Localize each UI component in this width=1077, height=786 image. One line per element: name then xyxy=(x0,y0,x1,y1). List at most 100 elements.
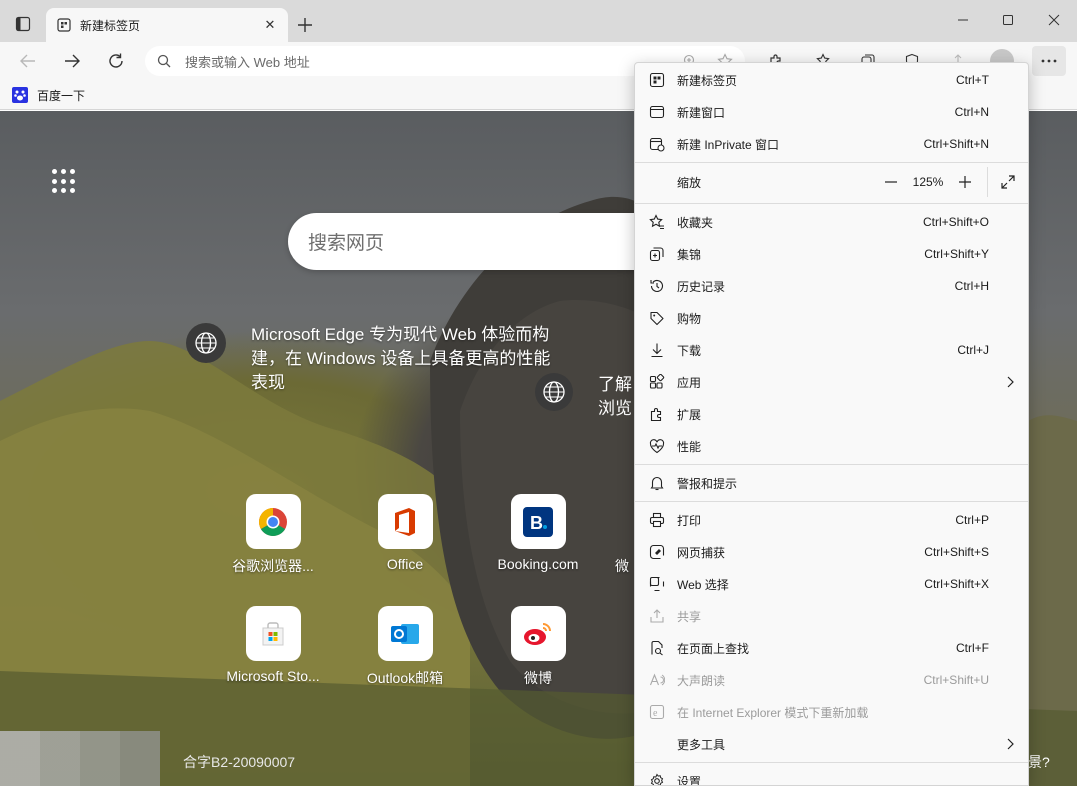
svg-text:B: B xyxy=(530,513,543,533)
print-icon xyxy=(649,512,665,528)
read-aloud-icon xyxy=(649,672,665,688)
menu-zoom-row: 缩放 125% xyxy=(635,163,1028,201)
web-capture-icon xyxy=(649,544,665,560)
favorite-baidu[interactable]: 百度一下 xyxy=(12,84,85,106)
settings-and-more-button[interactable] xyxy=(1032,46,1066,76)
globe-icon xyxy=(535,373,573,411)
menu-separator xyxy=(635,464,1028,465)
zoom-out-button[interactable] xyxy=(877,168,905,196)
refresh-button[interactable] xyxy=(100,45,132,77)
menu-item-web-capture[interactable]: 网页捕获 Ctrl+Shift+S xyxy=(635,536,1028,568)
menu-item-label: 收藏夹 xyxy=(677,215,714,230)
quick-link-partial[interactable]: 微 xyxy=(615,494,635,576)
weibo-icon xyxy=(510,606,566,661)
menu-item-shortcut: Ctrl+J xyxy=(957,343,989,357)
menu-item-collections[interactable]: 集锦 Ctrl+Shift+Y xyxy=(635,238,1028,270)
quick-link-outlook[interactable]: Outlook邮箱 xyxy=(350,606,460,688)
quick-link-chrome[interactable]: 谷歌浏览器... xyxy=(218,494,328,576)
app-launcher-button[interactable] xyxy=(52,169,78,195)
news-headline-2: 了解 浏览 xyxy=(598,373,632,421)
maximize-button[interactable] xyxy=(985,4,1031,36)
menu-item-label: 性能 xyxy=(677,439,702,454)
news-card[interactable]: Microsoft Edge 专为现代 Web 体验而构建，在 Windows … xyxy=(186,323,566,395)
menu-item-label: 新建窗口 xyxy=(677,105,726,120)
new-tab-button[interactable] xyxy=(290,10,320,40)
quick-link-booking[interactable]: B Booking.com xyxy=(483,494,593,572)
quick-link-office[interactable]: Office xyxy=(350,494,460,572)
ie-mode-icon: e xyxy=(649,704,665,720)
zoom-in-button[interactable] xyxy=(951,168,979,196)
close-window-button[interactable] xyxy=(1031,4,1077,36)
menu-item-new-window[interactable]: 新建窗口 Ctrl+N xyxy=(635,96,1028,128)
bell-icon xyxy=(649,475,665,491)
blurred-region xyxy=(0,731,160,786)
menu-item-read-aloud: 大声朗读 Ctrl+Shift+U xyxy=(635,664,1028,696)
menu-item-print[interactable]: 打印 Ctrl+P xyxy=(635,504,1028,536)
new-tab-icon xyxy=(649,72,665,88)
menu-item-ie-mode: e 在 Internet Explorer 模式下重新加载 xyxy=(635,696,1028,728)
quick-link-label: Microsoft Sto... xyxy=(226,668,320,684)
tab-title: 新建标签页 xyxy=(80,18,141,33)
news-headline-2-line1: 了解 xyxy=(598,375,632,394)
performance-icon xyxy=(649,438,665,454)
menu-item-alerts[interactable]: 警报和提示 xyxy=(635,467,1028,499)
footer-license-text[interactable]: 合字B2-20090007 xyxy=(183,752,295,772)
menu-separator xyxy=(635,501,1028,502)
menu-item-find-on-page[interactable]: 在页面上查找 Ctrl+F xyxy=(635,632,1028,664)
menu-item-label: 在 Internet Explorer 模式下重新加载 xyxy=(677,705,869,720)
close-icon xyxy=(1048,14,1060,26)
menu-item-extensions[interactable]: 扩展 xyxy=(635,398,1028,430)
close-tab-icon[interactable]: ✕ xyxy=(262,17,278,33)
menu-item-label: 警报和提示 xyxy=(677,476,738,491)
minimize-icon xyxy=(958,19,968,21)
quick-link-label: Booking.com xyxy=(497,556,579,572)
tab-actions-button[interactable] xyxy=(8,9,38,39)
menu-item-label: 设置 xyxy=(677,774,702,786)
menu-item-new-tab[interactable]: 新建标签页 Ctrl+T xyxy=(635,64,1028,96)
menu-item-more-tools[interactable]: 更多工具 xyxy=(635,728,1028,760)
menu-item-history[interactable]: 历史记录 Ctrl+H xyxy=(635,270,1028,302)
menu-item-shortcut: Ctrl+N xyxy=(954,105,989,119)
apps-icon xyxy=(649,374,665,390)
minus-icon xyxy=(885,181,897,183)
menu-item-downloads[interactable]: 下载 Ctrl+J xyxy=(635,334,1028,366)
menu-item-shortcut: Ctrl+P xyxy=(955,513,989,527)
menu-item-favorites[interactable]: 收藏夹 Ctrl+Shift+O xyxy=(635,206,1028,238)
search-icon xyxy=(157,54,171,68)
forward-arrow-icon xyxy=(65,54,80,68)
footer-question-text[interactable]: 景? xyxy=(1028,752,1050,772)
menu-item-settings[interactable]: 设置 xyxy=(635,765,1028,786)
favorites-icon xyxy=(649,214,665,230)
microsoft-store-icon xyxy=(245,606,301,661)
more-tools-icon xyxy=(649,736,665,752)
inprivate-icon xyxy=(649,136,665,152)
tab-new-tab[interactable]: 新建标签页 ✕ xyxy=(46,8,288,42)
globe-icon xyxy=(186,323,226,363)
search-placeholder: 搜索网页 xyxy=(308,233,385,254)
favorite-label: 百度一下 xyxy=(37,88,86,103)
back-button[interactable] xyxy=(12,45,44,77)
menu-item-shortcut: Ctrl+Shift+X xyxy=(924,577,989,591)
menu-separator xyxy=(635,762,1028,763)
refresh-icon xyxy=(109,53,123,68)
menu-item-shopping[interactable]: 购物 xyxy=(635,302,1028,334)
chevron-right-icon xyxy=(1002,738,1018,750)
office-icon xyxy=(377,494,433,549)
menu-item-inprivate[interactable]: 新建 InPrivate 窗口 Ctrl+Shift+N xyxy=(635,128,1028,160)
settings-icon xyxy=(649,773,665,785)
new-tab-page-icon xyxy=(56,17,72,33)
extensions-icon xyxy=(649,406,665,422)
quick-link-weibo[interactable]: 微博 xyxy=(483,606,593,688)
menu-item-label: 在页面上查找 xyxy=(677,641,750,656)
menu-item-label: 扩展 xyxy=(677,407,702,422)
news-card-2[interactable]: 了解 浏览 xyxy=(535,373,632,421)
menu-item-web-select[interactable]: Web 选择 Ctrl+Shift+X xyxy=(635,568,1028,600)
forward-button[interactable] xyxy=(56,45,88,77)
quick-link-label: 微 xyxy=(615,558,629,574)
fullscreen-button[interactable] xyxy=(994,168,1022,196)
menu-item-apps[interactable]: 应用 xyxy=(635,366,1028,398)
download-icon xyxy=(649,342,665,358)
minimize-button[interactable] xyxy=(940,4,986,36)
quick-link-microsoft-store[interactable]: Microsoft Sto... xyxy=(218,606,328,684)
menu-item-performance[interactable]: 性能 xyxy=(635,430,1028,462)
